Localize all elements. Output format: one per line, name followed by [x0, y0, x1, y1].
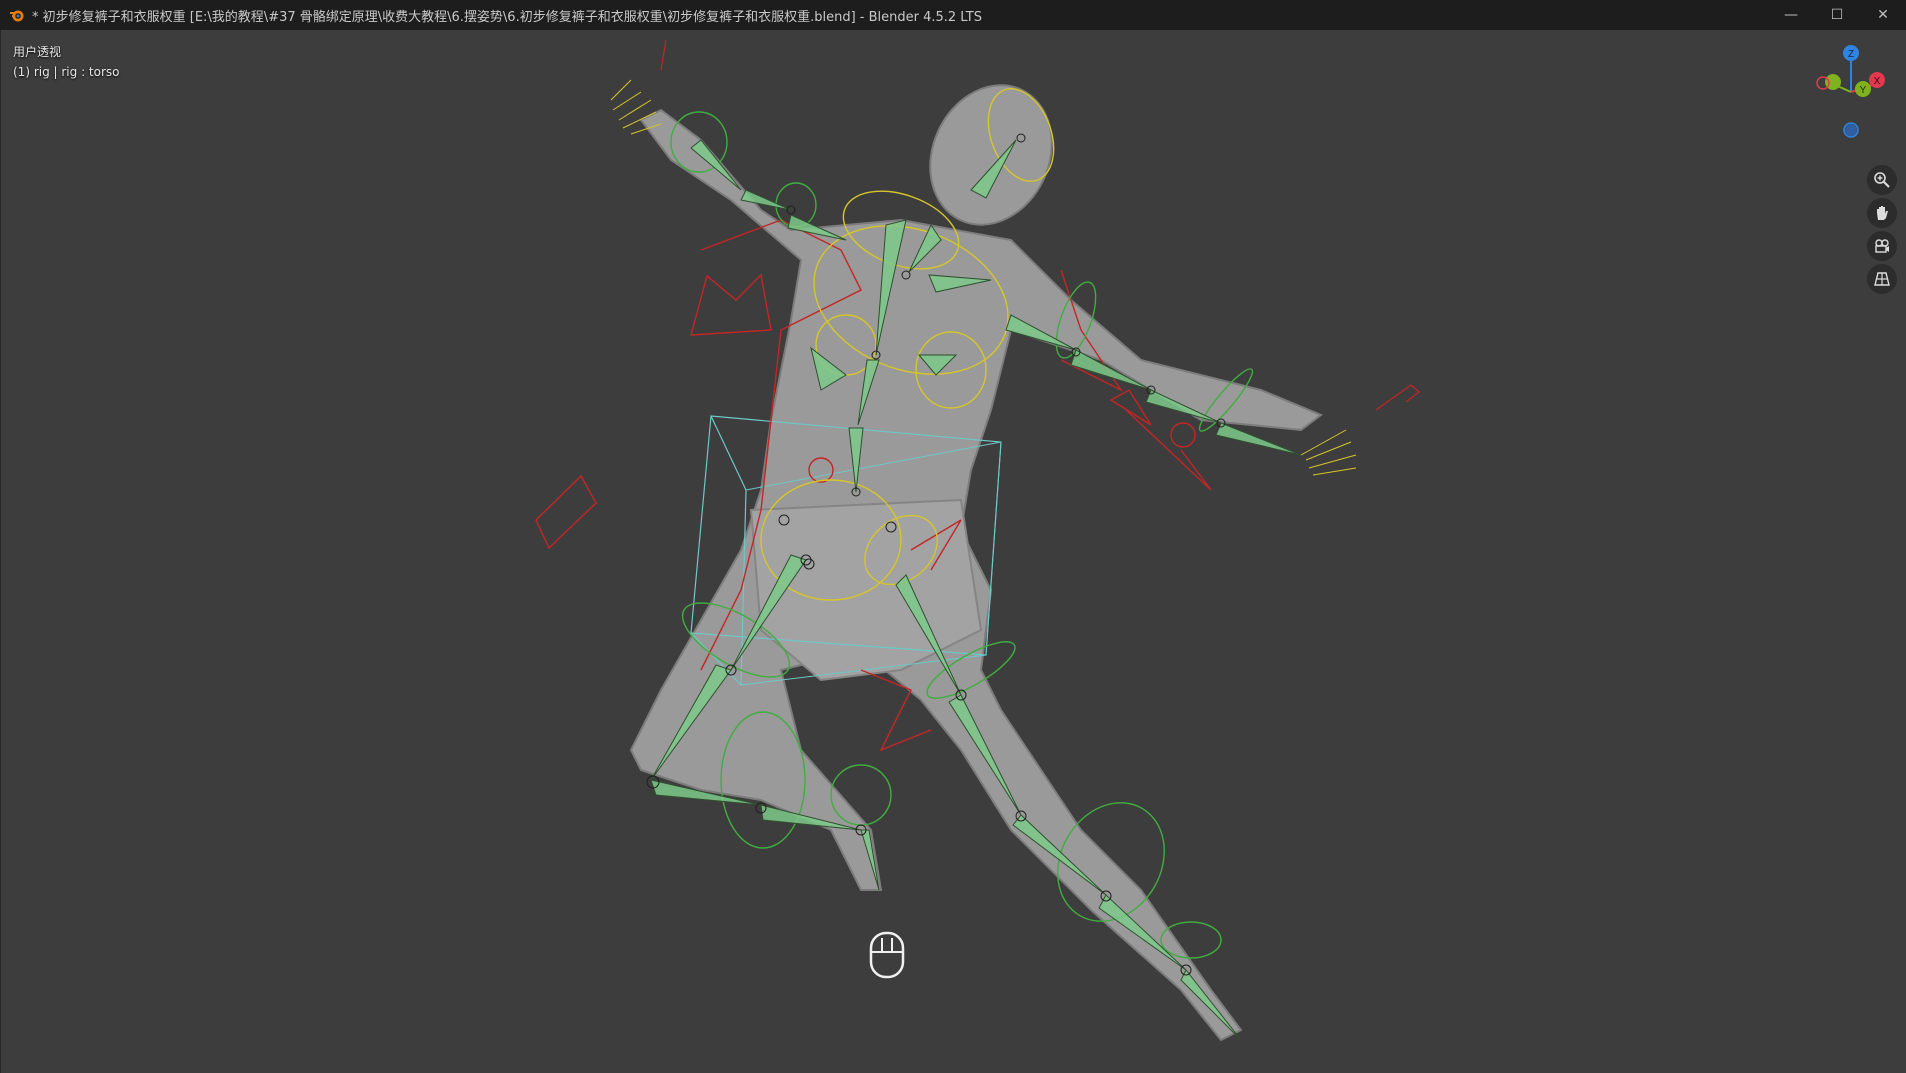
view-name: 用户透视 [13, 45, 62, 59]
blender-window: * 初步修复裤子和衣服权重 [E:\我的教程\#37 骨骼绑定原理\收费大教程\… [0, 0, 1906, 1073]
scene-render [535, 39, 1420, 1042]
title-bar: * 初步修复裤子和衣服权重 [E:\我的教程\#37 骨骼绑定原理\收费大教程\… [0, 0, 1906, 30]
3d-viewport[interactable]: 用户透视 (1) rig | rig : torso Z Y X [0, 30, 1906, 1073]
camera-icon[interactable] [1867, 231, 1897, 261]
zoom-icon[interactable] [1867, 165, 1897, 195]
character-mesh [629, 84, 1323, 1042]
window-title: * 初步修复裤子和衣服权重 [E:\我的教程\#37 骨骼绑定原理\收费大教程\… [32, 9, 982, 25]
svg-text:Y: Y [1860, 85, 1867, 96]
mouse-icon [867, 930, 907, 980]
blender-logo-icon [8, 6, 26, 24]
context-line: (1) rig | rig : torso [13, 65, 120, 79]
navigation-gizmo[interactable]: Z Y X [1803, 40, 1893, 140]
minimize-button[interactable]: — [1768, 0, 1814, 30]
viewport-hud: 用户透视 (1) rig | rig : torso [13, 42, 120, 82]
svg-text:Z: Z [1848, 49, 1854, 60]
pan-hand-icon[interactable] [1867, 198, 1897, 228]
maximize-button[interactable]: ☐ [1814, 0, 1860, 30]
svg-text:X: X [1874, 76, 1881, 87]
perspective-grid-icon[interactable] [1867, 264, 1897, 294]
close-button[interactable]: ✕ [1860, 0, 1906, 30]
